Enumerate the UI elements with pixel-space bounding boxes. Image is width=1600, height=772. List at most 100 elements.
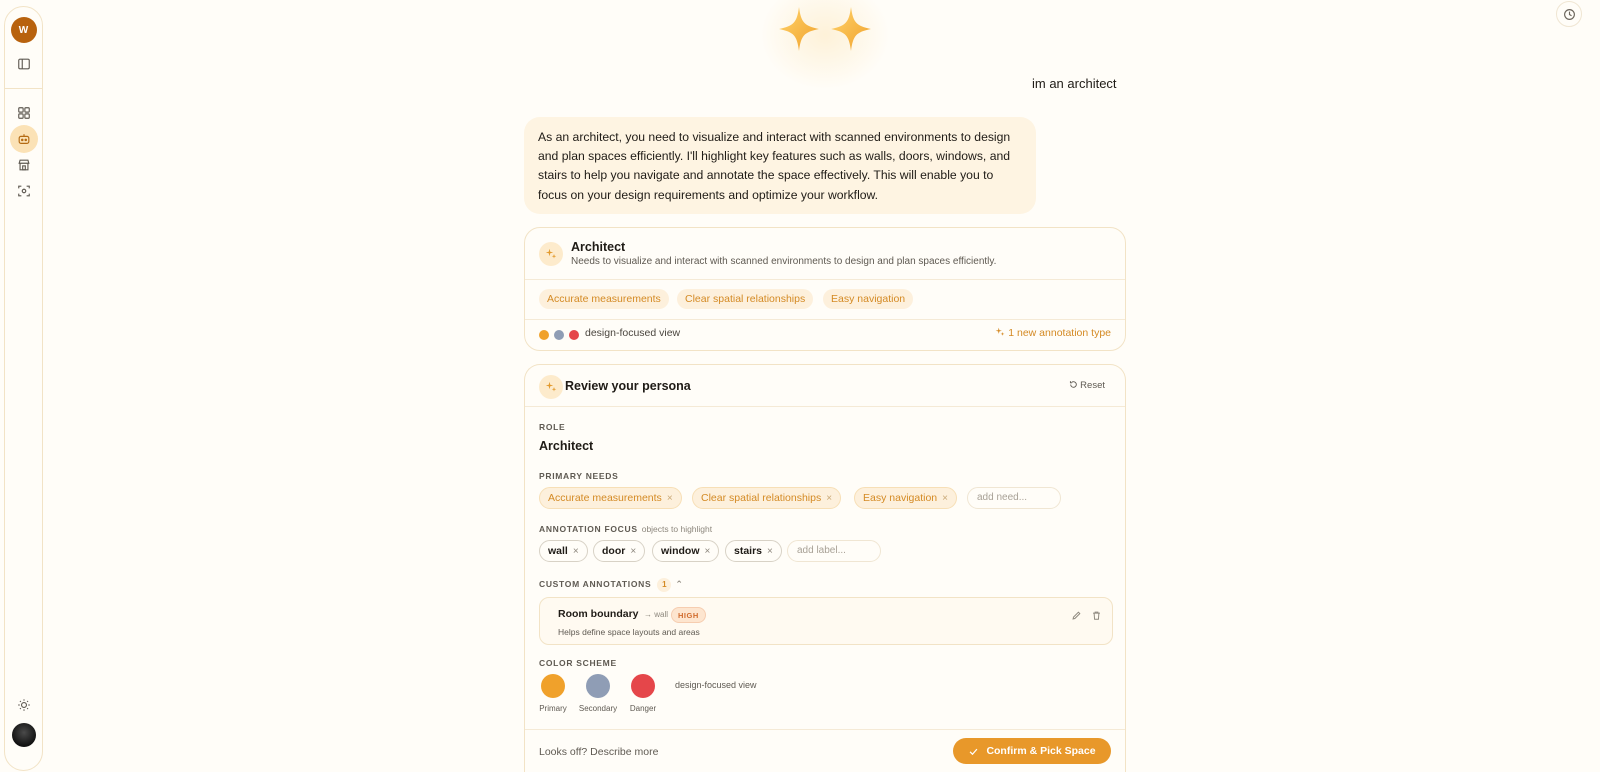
review-persona-card: Review your persona Reset ROLE Architect… xyxy=(524,364,1126,772)
sparkles-icon xyxy=(995,327,1005,336)
custom-annotation-item: Room boundary → wall HIGH Helps define s… xyxy=(539,597,1113,645)
focus-chip-label: window xyxy=(661,545,700,557)
sparkles-icon xyxy=(545,381,557,392)
reset-button[interactable]: Reset xyxy=(1069,380,1105,391)
need-chip-label: Easy navigation xyxy=(863,492,938,504)
annotation-focus-label: ANNOTATION FOCUS objects to highlight xyxy=(539,524,712,534)
focus-chip-label: door xyxy=(602,545,626,557)
check-icon xyxy=(970,748,978,755)
need-chip: Easy navigation × xyxy=(854,487,957,509)
color-dot-secondary xyxy=(554,330,564,340)
focus-chip: wall × xyxy=(539,540,588,562)
persona-title: Architect xyxy=(571,240,626,254)
pencil-icon xyxy=(1072,611,1081,620)
remove-focus-icon[interactable]: × xyxy=(705,546,711,557)
need-tag: Clear spatial relationships xyxy=(677,289,814,309)
sidebar-item-scan[interactable] xyxy=(10,177,38,205)
view-label: design-focused view xyxy=(585,327,681,339)
need-tag: Easy navigation xyxy=(823,289,914,309)
annotation-focus-sub: objects to highlight xyxy=(641,524,713,534)
review-title: Review your persona xyxy=(565,379,691,393)
remove-focus-icon[interactable]: × xyxy=(573,546,579,557)
reset-label: Reset xyxy=(1080,380,1105,391)
focus-chip-label: stairs xyxy=(734,545,763,557)
sparkles-decoration xyxy=(760,0,890,90)
divider xyxy=(525,729,1125,730)
sun-icon xyxy=(17,699,30,711)
sidebar-item-dashboard[interactable] xyxy=(10,99,38,127)
store-icon xyxy=(17,159,30,171)
scheme-name: design-focused view xyxy=(675,680,757,690)
color-dot-primary xyxy=(539,330,549,340)
reset-icon xyxy=(1069,381,1077,388)
priority-badge: HIGH xyxy=(671,607,706,623)
remove-focus-icon[interactable]: × xyxy=(767,546,773,557)
remove-need-icon[interactable]: × xyxy=(942,493,948,504)
need-chip-label: Accurate measurements xyxy=(548,492,662,504)
role-label: ROLE xyxy=(539,422,566,432)
swatch-primary[interactable] xyxy=(541,674,565,698)
swatch-label: Danger xyxy=(629,704,657,713)
persona-summary-card: Architect Needs to visualize and interac… xyxy=(524,227,1126,351)
persona-icon-badge xyxy=(539,242,563,266)
primary-needs-label: PRIMARY NEEDS xyxy=(539,471,619,481)
add-label-input[interactable]: add label... xyxy=(787,540,881,562)
custom-annotations-title: CUSTOM ANNOTATIONS xyxy=(539,579,652,589)
sidebar: W xyxy=(4,6,43,771)
history-button[interactable] xyxy=(1556,1,1582,27)
workspace-initial: W xyxy=(18,24,29,36)
scan-icon xyxy=(17,185,30,197)
swatch-label: Secondary xyxy=(578,704,618,713)
chevron-up-icon[interactable]: ⌃ xyxy=(675,579,683,590)
swatch-danger[interactable] xyxy=(631,674,655,698)
need-chip: Accurate measurements × xyxy=(539,487,682,509)
robot-icon xyxy=(18,134,29,144)
swatch-label: Primary xyxy=(539,704,567,713)
sidebar-item-agent[interactable] xyxy=(9,125,38,153)
role-value[interactable]: Architect xyxy=(539,439,593,453)
confirm-pick-space-button[interactable]: Confirm & Pick Space xyxy=(953,738,1111,764)
focus-chip: door × xyxy=(593,540,646,562)
user-avatar[interactable] xyxy=(11,723,36,747)
looks-off-link[interactable]: Looks off? Describe more xyxy=(539,746,658,758)
annotation-description: Helps define space layouts and areas xyxy=(558,627,700,637)
sidebar-item-store[interactable] xyxy=(10,151,38,179)
sparkle-icon xyxy=(779,7,819,51)
divider xyxy=(525,279,1125,280)
custom-count-badge: 1 xyxy=(657,578,672,592)
focus-chip: stairs × xyxy=(725,540,782,562)
swatch-secondary[interactable] xyxy=(586,674,610,698)
user-message: im an architect xyxy=(1032,76,1117,91)
workspace-avatar[interactable]: W xyxy=(10,17,37,43)
sidebar-divider xyxy=(5,88,42,89)
confirm-label: Confirm & Pick Space xyxy=(986,745,1096,757)
persona-description: Needs to visualize and interact with sca… xyxy=(571,256,997,267)
trash-icon xyxy=(1093,611,1100,620)
remove-focus-icon[interactable]: × xyxy=(630,546,636,557)
new-annotation-text: 1 new annotation type xyxy=(1008,327,1111,339)
remove-need-icon[interactable]: × xyxy=(667,493,673,504)
color-dot-danger xyxy=(569,330,579,340)
assistant-message: As an architect, you need to visualize a… xyxy=(524,117,1036,214)
panel-toggle-button[interactable] xyxy=(10,50,38,78)
edit-annotation-button[interactable] xyxy=(1071,608,1082,626)
panel-toggle-icon xyxy=(17,58,30,70)
clock-icon xyxy=(1563,8,1575,20)
sparkle-icon xyxy=(831,7,871,51)
review-icon-badge xyxy=(539,375,563,399)
need-tag: Accurate measurements xyxy=(539,289,669,309)
add-need-input[interactable]: add need... xyxy=(967,487,1061,509)
annotation-name: Room boundary xyxy=(558,608,639,620)
annotation-target: → wall xyxy=(644,610,669,619)
need-chip-label: Clear spatial relationships xyxy=(701,492,822,504)
focus-chip-label: wall xyxy=(548,545,568,557)
divider xyxy=(525,319,1125,320)
dashboard-grid-icon xyxy=(17,107,30,119)
remove-need-icon[interactable]: × xyxy=(826,493,832,504)
delete-annotation-button[interactable] xyxy=(1091,608,1102,626)
theme-toggle-button[interactable] xyxy=(10,691,38,719)
focus-chip: window × xyxy=(652,540,720,562)
color-scheme-label: COLOR SCHEME xyxy=(539,658,617,668)
custom-annotations-label[interactable]: CUSTOM ANNOTATIONS 1 ⌃ xyxy=(539,578,684,592)
new-annotation-link[interactable]: 1 new annotation type xyxy=(995,327,1111,339)
